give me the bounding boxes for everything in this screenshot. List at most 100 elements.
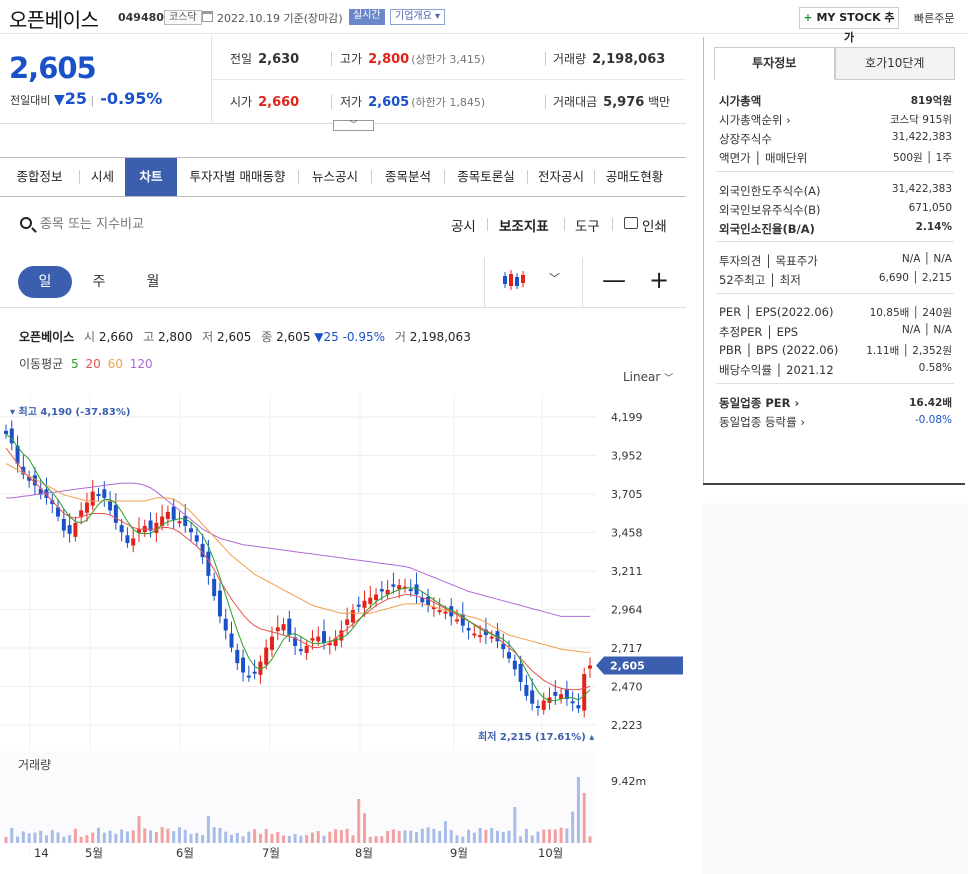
print-button[interactable]: 인쇄 — [642, 215, 667, 235]
volume-bar — [524, 828, 528, 843]
period-day[interactable]: 일 — [18, 266, 72, 298]
realtime-button[interactable]: 실시간 — [349, 9, 385, 25]
candle-body — [264, 647, 269, 665]
plus-icon: + — [803, 11, 813, 24]
ma120-label[interactable]: 120 — [130, 357, 153, 371]
info-value: 671,050 — [908, 202, 952, 214]
disclosure-toggle[interactable]: 공시 — [451, 215, 476, 235]
candle-body — [275, 627, 280, 632]
print-icon[interactable] — [624, 217, 638, 229]
investment-info-panel: 투자정보 호가10단계 시가총액 819억원 시가총액순위 › 코스닥 915위 상장주… — [703, 37, 965, 484]
tab-quote[interactable]: 시세 — [80, 158, 125, 196]
volume-bar — [131, 830, 135, 843]
info-row: PBR │ BPS (2022.06) 1.11배 │ 2,352원 — [719, 343, 952, 357]
tab-disclosure[interactable]: 전자공시 — [528, 158, 594, 196]
candle-body — [212, 578, 217, 597]
ma60-label[interactable]: 60 — [108, 357, 123, 371]
prev-close: 전일 2,630 — [230, 52, 300, 67]
zoom-out-button[interactable]: — — [602, 265, 626, 295]
period-month[interactable]: 월 — [126, 266, 180, 298]
volume-bar — [484, 829, 488, 843]
volume-bar — [571, 811, 575, 843]
volume-bar — [230, 834, 234, 843]
volume-bar — [137, 816, 141, 843]
period-week[interactable]: 주 — [72, 266, 126, 298]
candle-body — [4, 430, 8, 434]
top-bar: 오픈베이스 049480 코스닥 2022.10.19 기준(장마감) 실시간 … — [0, 0, 968, 44]
info-row: PER │ EPS(2022.06) 10.85배 │ 240원 — [719, 305, 952, 319]
volume-bar — [201, 834, 205, 843]
info-label: 52주최고 │ 최저 — [719, 273, 801, 287]
info-label: PBR │ BPS (2022.06) — [719, 343, 839, 357]
volume-bar — [310, 832, 314, 843]
candle-body — [298, 649, 303, 652]
period-row: 일 주 월 ﹀ — + — [0, 258, 686, 308]
y-tick-label: 3,458 — [611, 527, 643, 540]
info-value: N/A │ N/A — [901, 324, 952, 336]
stock-code: 049480 — [118, 11, 164, 24]
candle-body — [67, 525, 72, 534]
candlestick-icon[interactable] — [502, 268, 528, 292]
volume-bar — [415, 832, 419, 843]
volume-bar — [39, 830, 43, 843]
zoom-in-button[interactable]: + — [649, 265, 669, 295]
info-value: 16.42배 — [909, 397, 952, 409]
info-label: 액면가 │ 매매단위 — [719, 151, 808, 165]
volume-bar — [166, 828, 170, 843]
open-price: 시가 2,660 — [230, 95, 300, 110]
x-tick-label: 7월 — [262, 846, 280, 860]
tab-overview[interactable]: 종합정보 — [0, 158, 79, 196]
tab-investment-info[interactable]: 투자정보 — [714, 47, 835, 80]
y-tick-label: 2,223 — [611, 719, 643, 732]
volume-bar — [368, 836, 372, 843]
tab-discussion[interactable]: 종목토론실 — [445, 158, 527, 196]
tab-short-selling[interactable]: 공매도현황 — [595, 158, 674, 196]
price-chart[interactable]: 4,199 3,952 3,705 3,458 3,211 2,964 2,717 2,470… — [0, 395, 686, 865]
chevron-down-icon: ﹀ — [349, 120, 358, 129]
volume-bar — [403, 830, 407, 843]
base-date: 2022.10.19 기준(장마감) — [217, 12, 343, 25]
y-tick-label: 3,952 — [611, 450, 643, 463]
chart-stock-name: 오픈베이스 — [19, 330, 75, 344]
tab-news[interactable]: 뉴스공시 — [299, 158, 371, 196]
volume-bar — [120, 829, 124, 843]
tab-investor-trend[interactable]: 투자자별 매매동향 — [177, 158, 298, 196]
info-label: 외국인소진율(B/A) — [719, 222, 815, 236]
divider — [545, 52, 546, 66]
indicator-button[interactable]: 보조지표 — [499, 215, 549, 235]
change-label: 전일대비 — [10, 94, 51, 107]
tab-orderbook[interactable]: 호가10단계 — [834, 47, 955, 80]
corp-overview-button[interactable]: 기업개요 ▾ — [390, 9, 445, 25]
ma20-label[interactable]: 20 — [85, 357, 100, 371]
volume-bar — [287, 835, 291, 843]
candle-body — [171, 506, 176, 520]
expand-toggle[interactable]: ﹀ — [333, 120, 374, 131]
volume-bar — [386, 831, 390, 843]
compare-search-input[interactable] — [40, 214, 340, 234]
volume-bar — [548, 829, 552, 843]
tab-analysis[interactable]: 종목분석 — [372, 158, 444, 196]
candle-body — [206, 551, 211, 576]
volume-bar — [247, 831, 251, 843]
volume-bar — [467, 829, 471, 843]
scale-selector[interactable]: Linear ﹀ — [623, 370, 673, 384]
info-row: 외국인한도주식수(A) 31,422,383 — [719, 183, 952, 199]
high-price: 고가 2,800 (상한가 3,415) — [340, 52, 486, 67]
divider — [716, 383, 954, 384]
mystock-add-button[interactable]: + MY STOCK 추가 — [799, 7, 899, 44]
search-icon[interactable] — [20, 217, 32, 229]
volume-bar — [438, 831, 442, 843]
volume-bar — [189, 834, 193, 843]
chevron-down-icon[interactable]: ﹀ — [549, 270, 560, 286]
candle-body — [588, 665, 592, 669]
quick-order-link[interactable]: 빠른주문 — [914, 10, 954, 26]
info-value: 코스닥 915위 — [889, 114, 952, 126]
volume-bar — [345, 828, 349, 843]
ma5-label[interactable]: 5 — [71, 357, 79, 371]
volume-panel — [0, 751, 596, 843]
tab-chart[interactable]: 차트 — [125, 158, 177, 196]
y-tick-label: 4,199 — [611, 411, 643, 424]
tool-button[interactable]: 도구 — [575, 215, 600, 235]
volume-bar — [461, 836, 465, 843]
volume-bar — [125, 831, 129, 843]
